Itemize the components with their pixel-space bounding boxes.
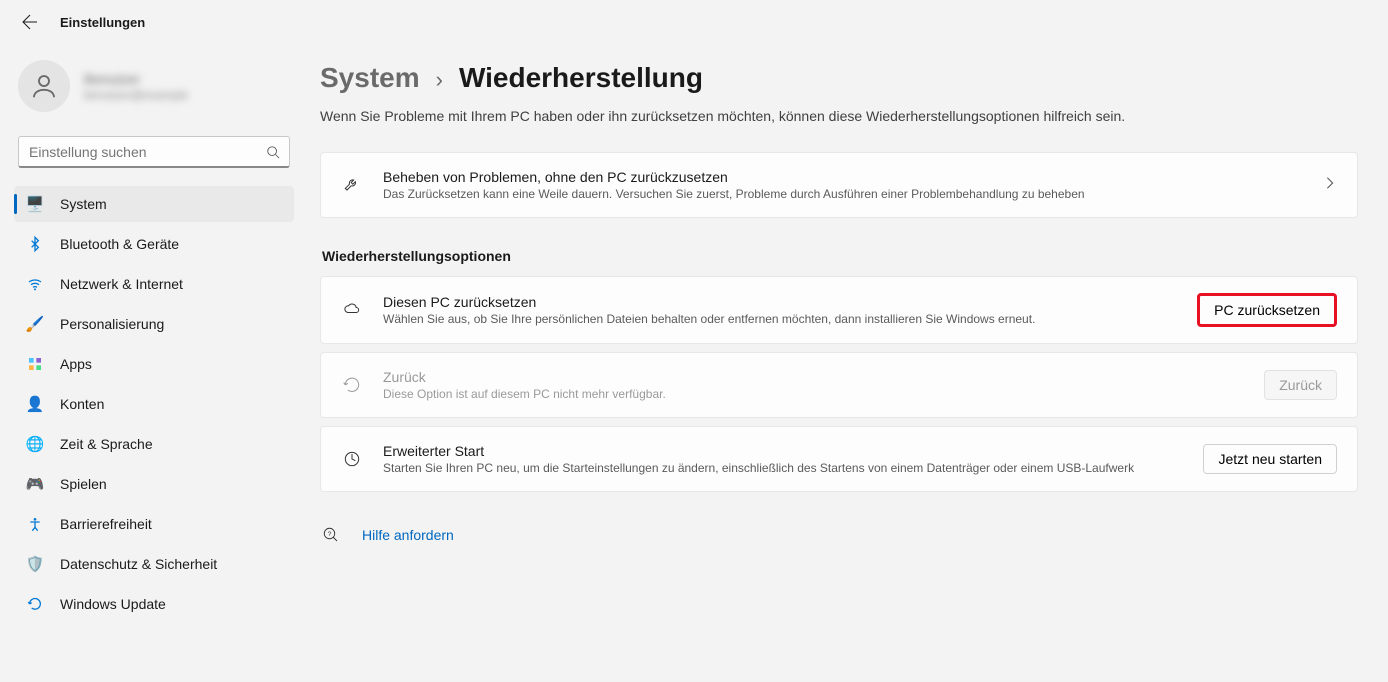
go-back-button: Zurück [1264,370,1337,400]
search-input[interactable] [18,136,290,168]
sidebar-item-spielen[interactable]: 🎮 Spielen [14,466,294,502]
sidebar: Benutzer benutzer@example 🖥️ System Blueto… [0,44,300,682]
nav-label: Netzwerk & Internet [60,276,183,292]
nav-label: Windows Update [60,596,166,612]
nav-list: 🖥️ System Bluetooth & Geräte Netzwerk & Int… [14,186,294,622]
nav-icon [26,355,44,373]
goback-title: Zurück [383,369,1244,385]
sidebar-item-windows-update[interactable]: Windows Update [14,586,294,622]
profile-name: Benutzer [84,70,188,88]
help-link-row: ? Hilfe anfordern [320,522,1358,548]
profile-sub: benutzer@example [84,88,188,102]
reset-pc-card: Diesen PC zurücksetzen Wählen Sie aus, o… [320,276,1358,344]
advanced-title: Erweiterter Start [383,443,1183,459]
nav-label: Datenschutz & Sicherheit [60,556,217,572]
profile-block[interactable]: Benutzer benutzer@example [14,52,294,130]
nav-label: Spielen [60,476,107,492]
chevron-right-icon [1323,176,1337,190]
troubleshoot-desc: Das Zurücksetzen kann eine Weile dauern.… [383,187,1303,201]
nav-label: Konten [60,396,104,412]
person-icon [29,71,59,101]
sidebar-item-system[interactable]: 🖥️ System [14,186,294,222]
nav-icon: 👤 [26,395,44,413]
nav-label: Bluetooth & Geräte [60,236,179,252]
restart-now-button[interactable]: Jetzt neu starten [1203,444,1337,474]
breadcrumb-separator: › [436,67,443,93]
section-title: Wiederherstellungsoptionen [322,248,1358,264]
sidebar-item-bluetooth-ger-te[interactable]: Bluetooth & Geräte [14,226,294,262]
sidebar-item-netzwerk-internet[interactable]: Netzwerk & Internet [14,266,294,302]
nav-icon [26,515,44,533]
nav-icon: 🛡️ [26,555,44,573]
go-back-card: Zurück Diese Option ist auf diesem PC ni… [320,352,1358,418]
page-title: Wiederherstellung [459,62,703,94]
window-title: Einstellungen [60,15,145,30]
power-restart-icon [341,448,363,470]
sidebar-item-barrierefreiheit[interactable]: Barrierefreiheit [14,506,294,542]
arrow-left-icon [22,14,38,30]
nav-label: Barrierefreiheit [60,516,152,532]
sidebar-item-personalisierung[interactable]: 🖌️ Personalisierung [14,306,294,342]
troubleshoot-title: Beheben von Problemen, ohne den PC zurüc… [383,169,1303,185]
nav-label: Personalisierung [60,316,164,332]
advanced-desc: Starten Sie Ihren PC neu, um die Startei… [383,461,1183,475]
nav-label: Apps [60,356,92,372]
reset-pc-button[interactable]: PC zurücksetzen [1197,293,1337,327]
goback-desc: Diese Option ist auf diesem PC nicht meh… [383,387,1244,401]
wrench-icon [341,174,363,196]
help-icon: ? [322,526,340,544]
nav-icon: 🖥️ [26,195,44,213]
advanced-startup-card: Erweiterter Start Starten Sie Ihren PC n… [320,426,1358,492]
nav-icon [26,275,44,293]
nav-label: System [60,196,107,212]
avatar [18,60,70,112]
breadcrumb: System › Wiederherstellung [320,62,1358,94]
reset-desc: Wählen Sie aus, ob Sie Ihre persönlichen… [383,312,1177,326]
svg-text:?: ? [328,531,332,538]
main-content: System › Wiederherstellung Wenn Sie Prob… [300,44,1388,682]
sidebar-item-datenschutz-sicherheit[interactable]: 🛡️ Datenschutz & Sicherheit [14,546,294,582]
nav-icon: 🎮 [26,475,44,493]
nav-icon [26,595,44,613]
get-help-link[interactable]: Hilfe anfordern [362,527,454,543]
breadcrumb-parent[interactable]: System [320,62,420,94]
sidebar-item-konten[interactable]: 👤 Konten [14,386,294,422]
back-button[interactable] [20,12,40,32]
reset-title: Diesen PC zurücksetzen [383,294,1177,310]
nav-icon: 🖌️ [26,315,44,333]
nav-label: Zeit & Sprache [60,436,153,452]
search-icon [266,145,280,159]
nav-icon: 🌐 [26,435,44,453]
page-description: Wenn Sie Probleme mit Ihrem PC haben ode… [320,108,1358,124]
troubleshoot-card[interactable]: Beheben von Problemen, ohne den PC zurüc… [320,152,1358,218]
sidebar-item-apps[interactable]: Apps [14,346,294,382]
sidebar-item-zeit-sprache[interactable]: 🌐 Zeit & Sprache [14,426,294,462]
nav-icon [26,235,44,253]
history-icon [341,374,363,396]
cloud-reset-icon [341,299,363,321]
